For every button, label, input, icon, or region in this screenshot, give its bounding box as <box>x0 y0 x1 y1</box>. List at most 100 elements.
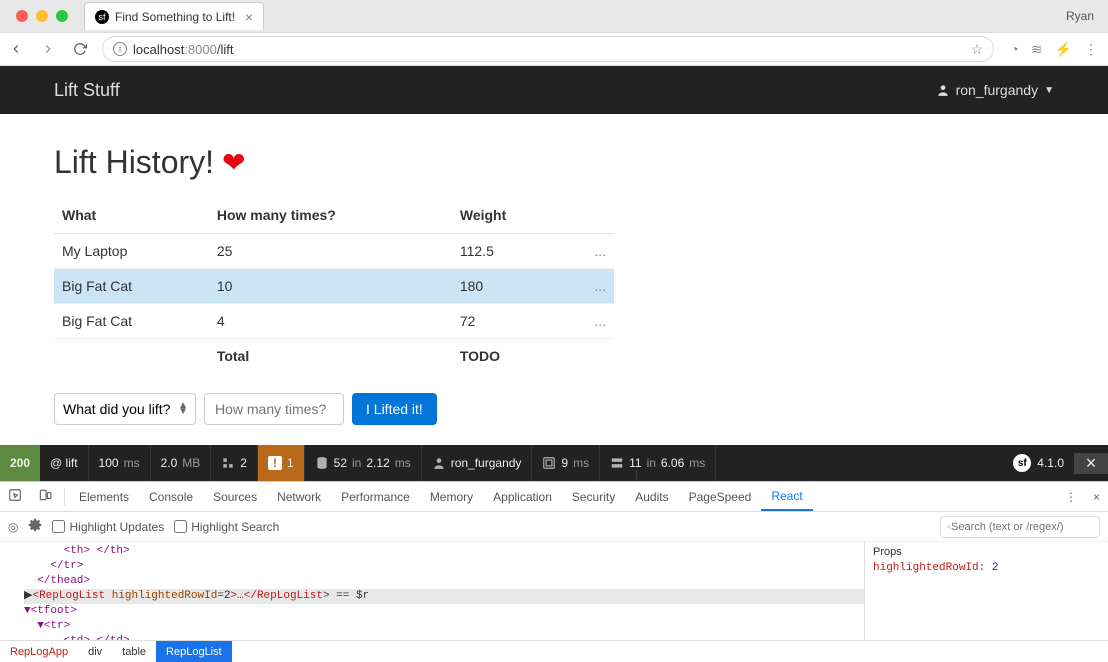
browser-tab[interactable]: sf Find Something to Lift! × <box>84 2 264 30</box>
window-maximize-button[interactable] <box>56 10 68 22</box>
crumb-replogapp[interactable]: RepLogApp <box>0 641 78 662</box>
window-minimize-button[interactable] <box>36 10 48 22</box>
crumb-table[interactable]: table <box>112 641 156 662</box>
server-icon <box>610 456 624 470</box>
tab-title: Find Something to Lift! <box>115 10 239 24</box>
table-footer-row: Total TODO <box>54 339 614 374</box>
devtools-close-icon[interactable]: × <box>1085 490 1108 504</box>
sf-cache[interactable]: 11 in 6.06 ms <box>600 445 716 481</box>
col-times: How many times? <box>209 197 452 234</box>
table-row[interactable]: Big Fat Cat472... <box>54 304 614 339</box>
sf-close-button[interactable]: × <box>1074 453 1108 474</box>
cell-weight: 180 <box>452 269 564 304</box>
brand[interactable]: Lift Stuff <box>54 80 120 101</box>
bookmark-star-icon[interactable]: ☆ <box>971 41 984 58</box>
crumb-div[interactable]: div <box>78 641 112 662</box>
database-icon <box>315 456 329 470</box>
times-input[interactable] <box>204 393 344 425</box>
window-close-button[interactable] <box>16 10 28 22</box>
symfony-logo-icon: sf <box>1013 454 1031 472</box>
prop-row: highlightedRowId: 2 <box>873 562 1100 574</box>
twig-icon <box>542 456 556 470</box>
highlight-updates-checkbox[interactable]: Highlight Updates <box>52 520 164 534</box>
react-tree[interactable]: <th> </th> </tr> </thead> ▶<RepLogList h… <box>0 542 864 640</box>
sf-status[interactable]: 200 <box>0 445 40 481</box>
devtools-tab-sources[interactable]: Sources <box>203 482 267 511</box>
page-content: Lift History! ❤ What How many times? Wei… <box>0 114 1108 445</box>
site-info-icon[interactable]: i <box>113 42 127 56</box>
lift-form: What did you lift? ▲▼ I Lifted it! <box>54 393 1054 425</box>
sf-errors[interactable]: !1 <box>258 445 305 481</box>
col-what: What <box>54 197 209 234</box>
favicon-icon: sf <box>95 10 109 24</box>
devtools-tab-audits[interactable]: Audits <box>625 482 678 511</box>
what-select[interactable]: What did you lift? <box>54 393 196 425</box>
sf-db[interactable]: 52 in 2.12 ms <box>305 445 422 481</box>
total-label: Total <box>209 339 452 374</box>
window-controls <box>8 10 76 22</box>
cell-times: 4 <box>209 304 452 339</box>
devtools-tab-network[interactable]: Network <box>267 482 331 511</box>
devtools-tab-application[interactable]: Application <box>483 482 562 511</box>
devtools-search[interactable] <box>940 516 1100 538</box>
submit-button[interactable]: I Lifted it! <box>352 393 437 425</box>
sf-twig[interactable]: 9 ms <box>532 445 600 481</box>
text-cursor-icon: I <box>634 467 639 485</box>
target-icon[interactable]: ◎ <box>8 520 18 534</box>
symfony-toolbar: 200 @ lift 100 ms 2.0 MB 2 !1 52 in 2.12… <box>0 445 1108 481</box>
reload-button[interactable] <box>64 33 96 65</box>
devtools-tab-elements[interactable]: Elements <box>69 482 139 511</box>
highlight-search-checkbox[interactable]: Highlight Search <box>174 520 279 534</box>
caret-down-icon: ▼ <box>1044 85 1054 96</box>
table-row[interactable]: Big Fat Cat10180... <box>54 269 614 304</box>
settings-icon[interactable] <box>28 518 42 535</box>
cell-weight: 72 <box>452 304 564 339</box>
sf-route[interactable]: @ lift <box>40 445 89 481</box>
cell-weight: 112.5 <box>452 234 564 269</box>
browser-menu-icon[interactable]: ⋮ <box>1084 41 1098 58</box>
tab-bar: sf Find Something to Lift! × Ryan <box>0 0 1108 32</box>
page-title: Lift History! ❤ <box>54 144 1054 181</box>
cell-times: 10 <box>209 269 452 304</box>
sf-time[interactable]: 100 ms <box>89 445 151 481</box>
col-weight: Weight <box>452 197 564 234</box>
ext-icon-3[interactable]: ⚡ <box>1055 41 1072 58</box>
user-icon <box>432 456 446 470</box>
devtools-tab-console[interactable]: Console <box>139 482 203 511</box>
inspect-icon[interactable] <box>0 488 30 505</box>
devtools-tab-performance[interactable]: Performance <box>331 482 420 511</box>
device-toggle-icon[interactable] <box>30 488 60 505</box>
profile-name[interactable]: Ryan <box>1066 9 1108 23</box>
table-row[interactable]: My Laptop25112.5... <box>54 234 614 269</box>
devtools-tab-pagespeed[interactable]: PageSpeed <box>679 482 762 511</box>
sf-ajax[interactable]: 2 <box>211 445 258 481</box>
user-icon <box>936 83 950 97</box>
tab-close-icon[interactable]: × <box>245 9 253 25</box>
sf-memory[interactable]: 2.0 MB <box>151 445 212 481</box>
warning-icon: ! <box>268 456 282 470</box>
cell-what: My Laptop <box>54 234 209 269</box>
sf-user[interactable]: ron_furgandy <box>422 445 533 481</box>
breadcrumb: RepLogAppdivtableRepLogList <box>0 640 1108 662</box>
devtools-tabs: ElementsConsoleSourcesNetworkPerformance… <box>0 482 1108 512</box>
back-button[interactable] <box>0 33 32 65</box>
devtools-menu-icon[interactable]: ⋮ <box>1057 490 1085 504</box>
cell-times: 25 <box>209 234 452 269</box>
devtools-tab-react[interactable]: React <box>761 482 812 511</box>
devtools-tab-security[interactable]: Security <box>562 482 625 511</box>
devtools-tab-memory[interactable]: Memory <box>420 482 483 511</box>
cell-what: Big Fat Cat <box>54 269 209 304</box>
row-actions[interactable]: ... <box>564 304 614 339</box>
selected-tree-node[interactable]: ▶<RepLogList highlightedRowId=2>…</RepLo… <box>24 589 864 604</box>
forward-button[interactable] <box>32 33 64 65</box>
user-menu[interactable]: ron_furgandy ▼ <box>936 82 1054 98</box>
row-actions[interactable]: ... <box>564 269 614 304</box>
table-header-row: What How many times? Weight <box>54 197 614 234</box>
sf-version[interactable]: sf4.1.0 <box>1003 454 1074 472</box>
crumb-reploglist[interactable]: RepLogList <box>156 641 232 662</box>
ext-icon-2[interactable]: ≋ <box>1031 41 1043 58</box>
ext-icon-1[interactable]: ◔ <box>1010 41 1018 58</box>
url-input[interactable]: i localhost:8000/lift ☆ <box>102 36 994 62</box>
react-toolbar: ◎ Highlight Updates Highlight Search <box>0 512 1108 542</box>
row-actions[interactable]: ... <box>564 234 614 269</box>
